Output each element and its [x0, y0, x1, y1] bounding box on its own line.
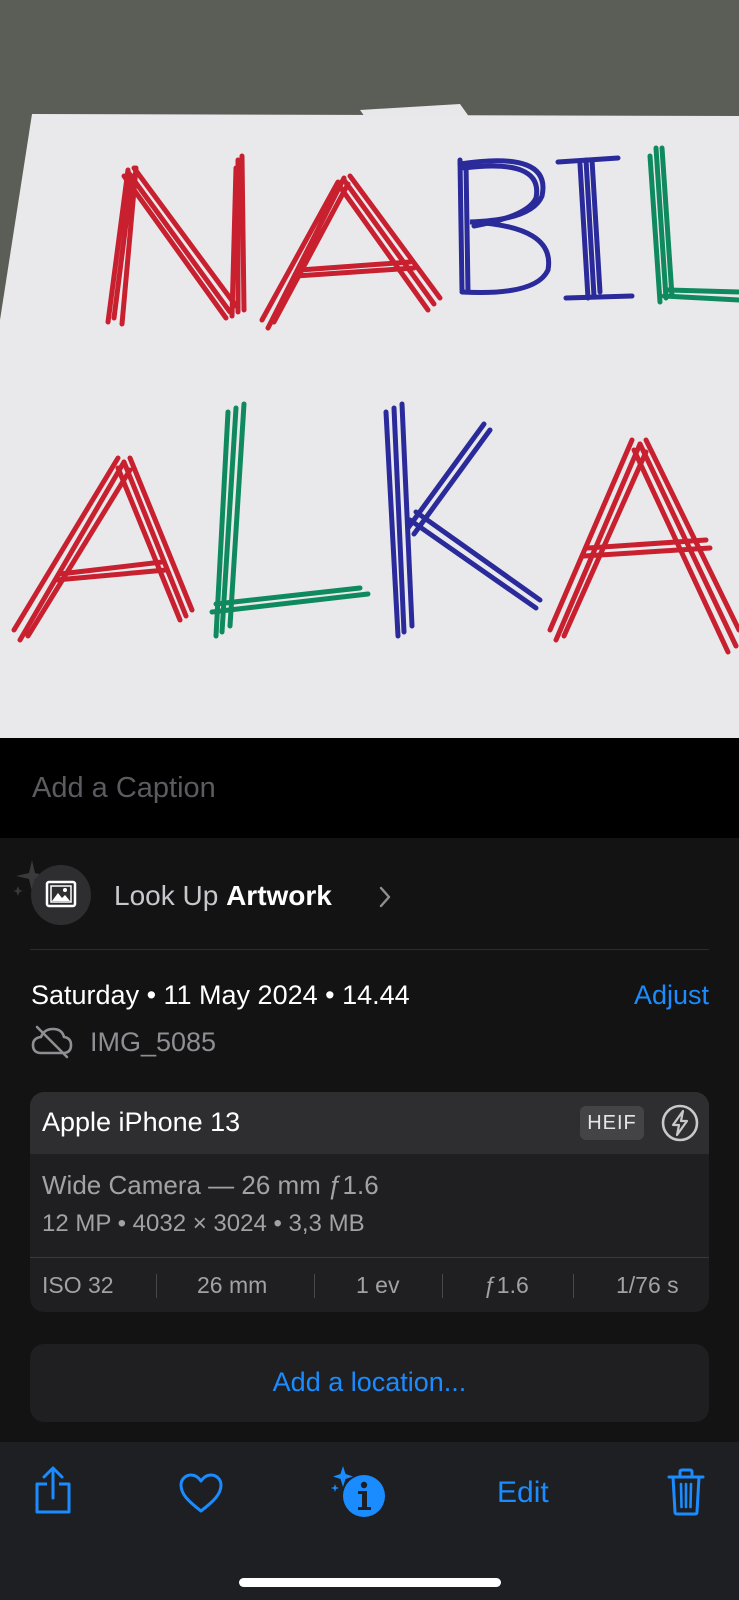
lens-info: Wide Camera — 26 mm ƒ1.6 — [42, 1170, 379, 1200]
home-indicator[interactable] — [239, 1578, 501, 1587]
edit-button[interactable]: Edit — [497, 1476, 549, 1510]
add-location-button[interactable]: Add a location... — [30, 1344, 709, 1422]
exif-shutter: 1/76 s — [616, 1272, 679, 1298]
share-icon[interactable] — [33, 1466, 73, 1516]
exif-aperture: ƒ1.6 — [484, 1272, 529, 1298]
trash-icon[interactable] — [667, 1468, 705, 1516]
adjust-date-button[interactable]: Adjust — [634, 980, 709, 1011]
cloud-off-icon — [31, 1025, 73, 1059]
look-up-artwork-row[interactable]: Look Up Artwork — [13, 860, 709, 950]
file-name: IMG_5085 — [90, 1027, 217, 1057]
caption-placeholder: Add a Caption — [32, 772, 216, 804]
flash-icon — [661, 1104, 699, 1142]
exif-divider — [442, 1274, 443, 1298]
info-panel: Look Up Artwork Saturday • 11 May 2024 •… — [0, 838, 739, 1442]
camera-info-header: Apple iPhone 13 HEIF — [30, 1092, 709, 1154]
artwork-icon — [31, 865, 91, 925]
device-name: Apple iPhone 13 — [42, 1107, 241, 1137]
camera-info-card: Apple iPhone 13 HEIF Wide Camera — 26 mm… — [30, 1092, 709, 1312]
exif-focal: 26 mm — [197, 1272, 268, 1298]
look-up-label: Look Up Artwork — [114, 880, 332, 912]
exif-divider — [314, 1274, 315, 1298]
exif-divider — [573, 1274, 574, 1298]
chevron-right-icon — [379, 886, 391, 908]
image-specs: 12 MP • 4032 × 3024 • 3,3 MB — [42, 1210, 365, 1237]
photo-image — [0, 0, 739, 738]
exif-row: ISO 32 26 mm 1 ev ƒ1.6 1/76 s — [30, 1257, 709, 1312]
look-up-prefix: Look Up — [114, 880, 219, 911]
favorite-heart-icon[interactable] — [178, 1472, 224, 1514]
exif-iso: ISO 32 — [42, 1272, 114, 1298]
caption-field[interactable]: Add a Caption — [0, 738, 739, 838]
capture-date: Saturday • 11 May 2024 • 14.44 — [31, 980, 410, 1010]
info-sparkle-icon[interactable] — [330, 1464, 388, 1520]
exif-ev: 1 ev — [356, 1272, 400, 1298]
photo-view[interactable] — [0, 0, 739, 738]
add-location-label: Add a location... — [272, 1367, 467, 1397]
look-up-subject: Artwork — [226, 880, 332, 911]
bottom-toolbar: Edit — [0, 1442, 739, 1600]
format-badge: HEIF — [580, 1106, 644, 1140]
exif-divider — [156, 1274, 157, 1298]
